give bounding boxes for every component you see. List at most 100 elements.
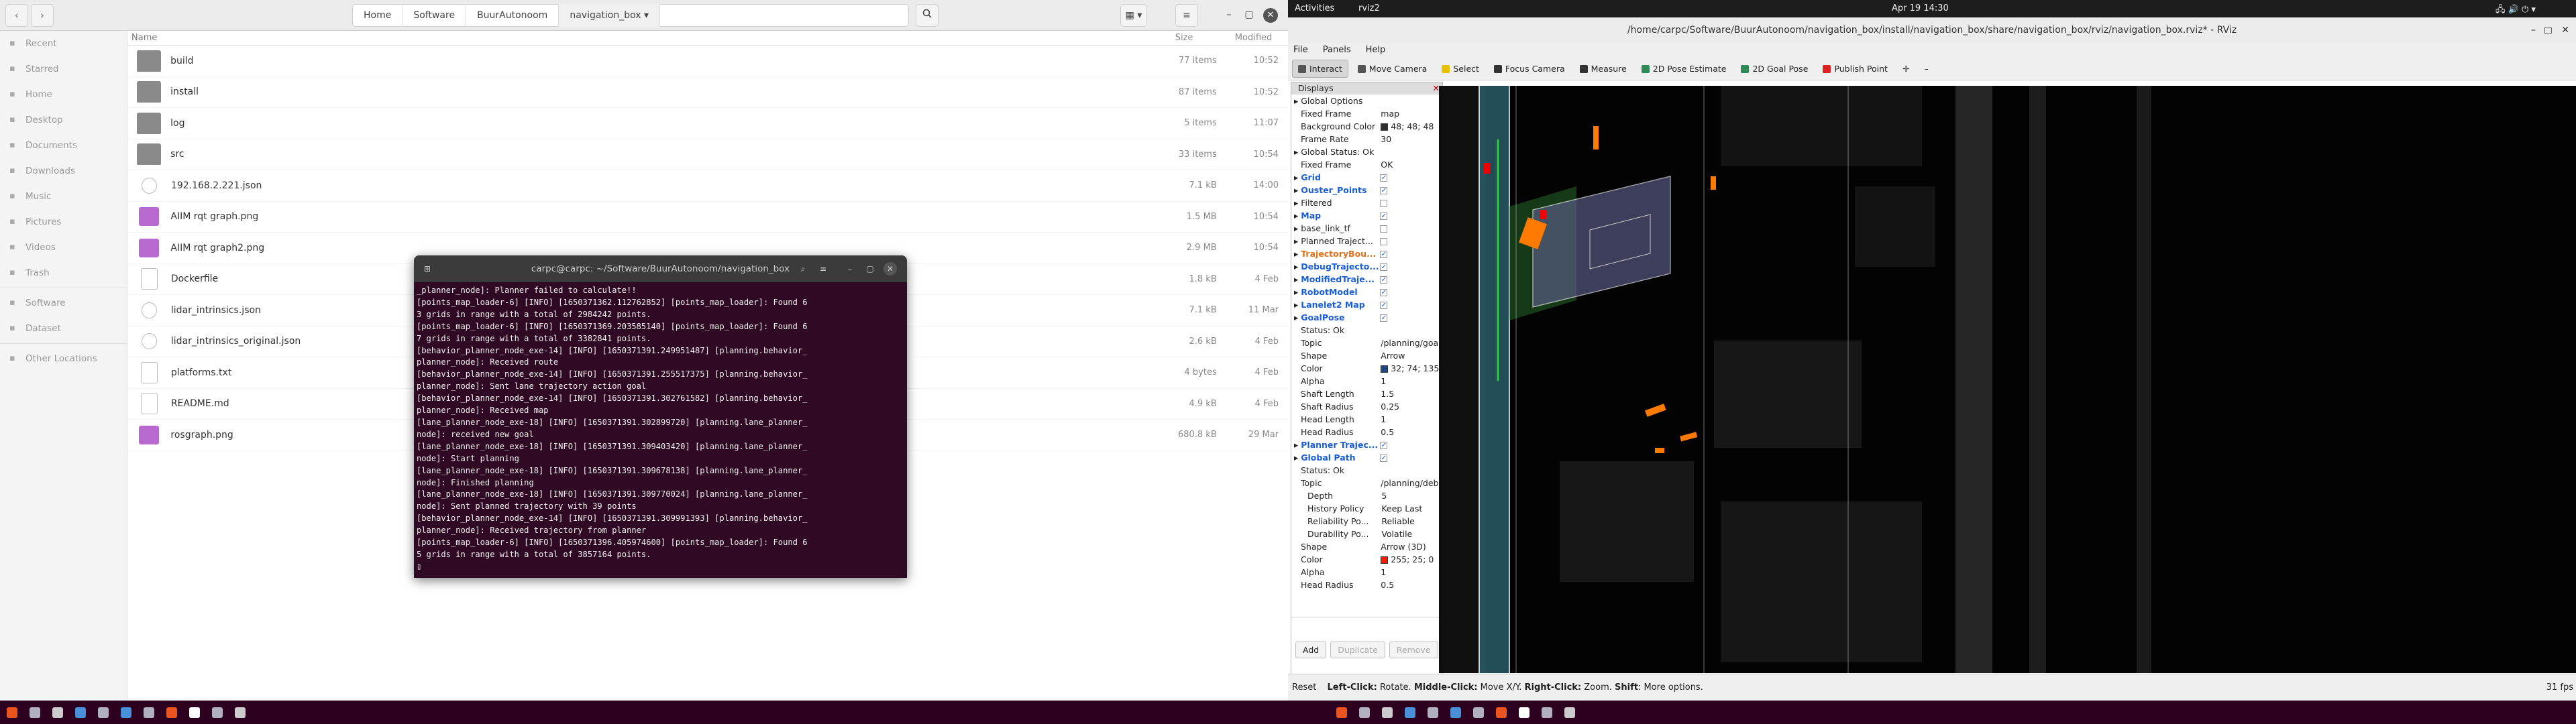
- tree-row[interactable]: Fixed Frame map: [1291, 107, 1442, 120]
- menu-help[interactable]: Help: [1366, 43, 1386, 58]
- app-icon-19[interactable]: [1519, 707, 1529, 718]
- file-row[interactable]: 192.168.2.221.json 7.1 kB 14:00: [127, 170, 1288, 202]
- activities-button[interactable]: Activities: [1295, 3, 1334, 13]
- sidebar-item-documents[interactable]: ▪ Documents: [0, 133, 127, 158]
- breadcrumb-item[interactable]: Software: [402, 4, 467, 27]
- tree-row[interactable]: Head Radius 0.5: [1291, 426, 1442, 438]
- rviz-maximize-button[interactable]: ▢: [2544, 17, 2553, 43]
- tree-row[interactable]: ▸ ModifiedTraje... ✓: [1291, 273, 1442, 286]
- tree-row[interactable]: Durability Po... Volatile: [1291, 528, 1442, 540]
- sidebar-item-trash[interactable]: ▪ Trash: [0, 260, 127, 286]
- app-icon-3[interactable]: [52, 707, 63, 718]
- app-icon-12[interactable]: [1359, 707, 1370, 718]
- tree-row[interactable]: Shape Arrow (3D): [1291, 540, 1442, 553]
- sidebar-item-pictures[interactable]: ▪ Pictures: [0, 209, 127, 235]
- file-row[interactable]: AIIM rqt graph.png 1.5 MB 10:54: [127, 202, 1288, 233]
- app-icon-9[interactable]: [189, 707, 200, 718]
- tree-row[interactable]: Topic/planning/debug/glo...: [1291, 477, 1442, 489]
- app-icon-20[interactable]: [1542, 707, 1552, 718]
- menu-panels[interactable]: Panels: [1323, 43, 1351, 58]
- expand-arrow-icon[interactable]: ▸: [1294, 96, 1301, 106]
- expand-arrow-icon[interactable]: ▸: [1294, 261, 1301, 272]
- checkbox-checked[interactable]: ✓: [1380, 174, 1388, 182]
- app-icon-2[interactable]: [30, 707, 40, 718]
- add-button[interactable]: Add: [1295, 642, 1327, 658]
- tree-row[interactable]: ▸ Filtered: [1291, 196, 1442, 209]
- app-icon-10[interactable]: [212, 707, 223, 718]
- expand-arrow-icon[interactable]: ▸: [1294, 287, 1301, 297]
- 3d-view[interactable]: [1439, 86, 2576, 673]
- tree-row[interactable]: Head Length 1: [1291, 413, 1442, 426]
- back-button[interactable]: ‹: [5, 4, 28, 27]
- app-icon-18[interactable]: [1496, 707, 1507, 718]
- tree-row[interactable]: Reliability Po... Reliable: [1291, 515, 1442, 528]
- tree-row[interactable]: ▸ Ouster_Points ✓: [1291, 184, 1442, 196]
- expand-arrow-icon[interactable]: ▸: [1294, 185, 1301, 195]
- tree-row[interactable]: Alpha 1: [1291, 375, 1442, 387]
- forward-button[interactable]: ›: [31, 4, 54, 27]
- tree-row[interactable]: Status: Ok: [1291, 464, 1442, 477]
- property-tree[interactable]: ▸ Global Options Fixed Frame map Backgrou…: [1291, 95, 1442, 617]
- expand-arrow-icon[interactable]: ▸: [1294, 312, 1301, 322]
- sidebar-item-software[interactable]: ▪ Software: [0, 290, 127, 316]
- app-icon-6[interactable]: [121, 707, 131, 718]
- tree-row[interactable]: Head Radius 0.5: [1291, 579, 1442, 591]
- checkbox-unchecked[interactable]: [1380, 200, 1388, 207]
- tree-row[interactable]: Fixed Frame OK: [1291, 158, 1442, 171]
- sidebar-item-music[interactable]: ▪ Music: [0, 184, 127, 209]
- terminal-close-icon[interactable]: ✕: [883, 262, 897, 276]
- terminal-output[interactable]: _planner_node]: Planner failed to calcul…: [414, 282, 907, 576]
- checkbox-unchecked[interactable]: [1380, 238, 1388, 245]
- tool-2d-pose-estimate[interactable]: 2D Pose Estimate: [1636, 60, 1732, 77]
- column-size[interactable]: Size: [1162, 33, 1228, 43]
- app-icon-14[interactable]: [1405, 707, 1415, 718]
- add-tool-button[interactable]: ✛: [1897, 60, 1915, 77]
- app-icon-8[interactable]: [166, 707, 177, 718]
- breadcrumb-item[interactable]: Home: [353, 4, 403, 27]
- color-swatch[interactable]: [1381, 123, 1389, 131]
- checkbox-unchecked[interactable]: [1380, 225, 1388, 233]
- file-row[interactable]: build 77 items 10:52: [127, 46, 1288, 77]
- tree-row[interactable]: ▸ Planned Traject...: [1291, 235, 1442, 247]
- tree-row[interactable]: ▸ DebugTrajecto... ✓: [1291, 260, 1442, 273]
- app-icon-7[interactable]: [144, 707, 154, 718]
- view-toggle-button[interactable]: ▦ ▾: [1120, 4, 1147, 27]
- color-swatch[interactable]: [1381, 556, 1389, 564]
- app-icon-4[interactable]: [75, 707, 86, 718]
- tree-row[interactable]: ▸ TrajectoryBou... ✓: [1291, 247, 1442, 260]
- tree-row[interactable]: Color 255; 25; 0: [1291, 553, 1442, 566]
- file-row[interactable]: log 5 items 11:07: [127, 108, 1288, 139]
- tree-row[interactable]: ▸ Lanelet2 Map ✓: [1291, 298, 1442, 311]
- tree-row[interactable]: Topic/planning/goal_pose: [1291, 337, 1442, 349]
- tool-measure[interactable]: Measure: [1574, 60, 1632, 77]
- file-row[interactable]: src 33 items 10:54: [127, 139, 1288, 170]
- reset-button[interactable]: Reset: [1292, 682, 1316, 692]
- sidebar-item-downloads[interactable]: ▪ Downloads: [0, 158, 127, 184]
- sidebar-item-dataset[interactable]: ▪ Dataset: [0, 316, 127, 341]
- terminal-search-icon[interactable]: ⌕: [796, 262, 810, 276]
- tool-focus-camera[interactable]: Focus Camera: [1489, 60, 1570, 77]
- checkbox-checked[interactable]: ✓: [1380, 314, 1388, 322]
- rviz-close-button[interactable]: ✕: [2561, 17, 2569, 43]
- app-icon-13[interactable]: [1382, 707, 1393, 718]
- app-icon-17[interactable]: [1473, 707, 1484, 718]
- tree-row[interactable]: Shape Arrow: [1291, 349, 1442, 362]
- menu-file[interactable]: File: [1293, 43, 1308, 58]
- sidebar-item-recent[interactable]: ▪ Recent: [0, 31, 127, 56]
- tree-row[interactable]: ▸ base_link_tf: [1291, 222, 1442, 235]
- terminal-window[interactable]: ⊞ carpc@carpc: ~/Software/BuurAutonoom/n…: [414, 255, 907, 578]
- duplicate-button[interactable]: Duplicate: [1330, 642, 1385, 658]
- app-icon-1[interactable]: [7, 707, 17, 718]
- expand-arrow-icon[interactable]: ▸: [1294, 274, 1301, 284]
- color-swatch[interactable]: [1381, 365, 1389, 373]
- expand-arrow-icon[interactable]: ▸: [1294, 249, 1301, 259]
- tree-row[interactable]: ▸ GoalPose ✓: [1291, 311, 1442, 324]
- tree-row[interactable]: History Policy Keep Last: [1291, 502, 1442, 515]
- app-menu[interactable]: rviz2: [1358, 3, 1380, 13]
- tree-row[interactable]: Frame Rate 30: [1291, 133, 1442, 145]
- tree-row[interactable]: ▸ RobotModel ✓: [1291, 286, 1442, 298]
- expand-arrow-icon[interactable]: ▸: [1294, 223, 1301, 233]
- app-icon-11[interactable]: [1336, 707, 1347, 718]
- checkbox-checked[interactable]: ✓: [1380, 289, 1388, 296]
- expand-arrow-icon[interactable]: ▸: [1294, 440, 1301, 450]
